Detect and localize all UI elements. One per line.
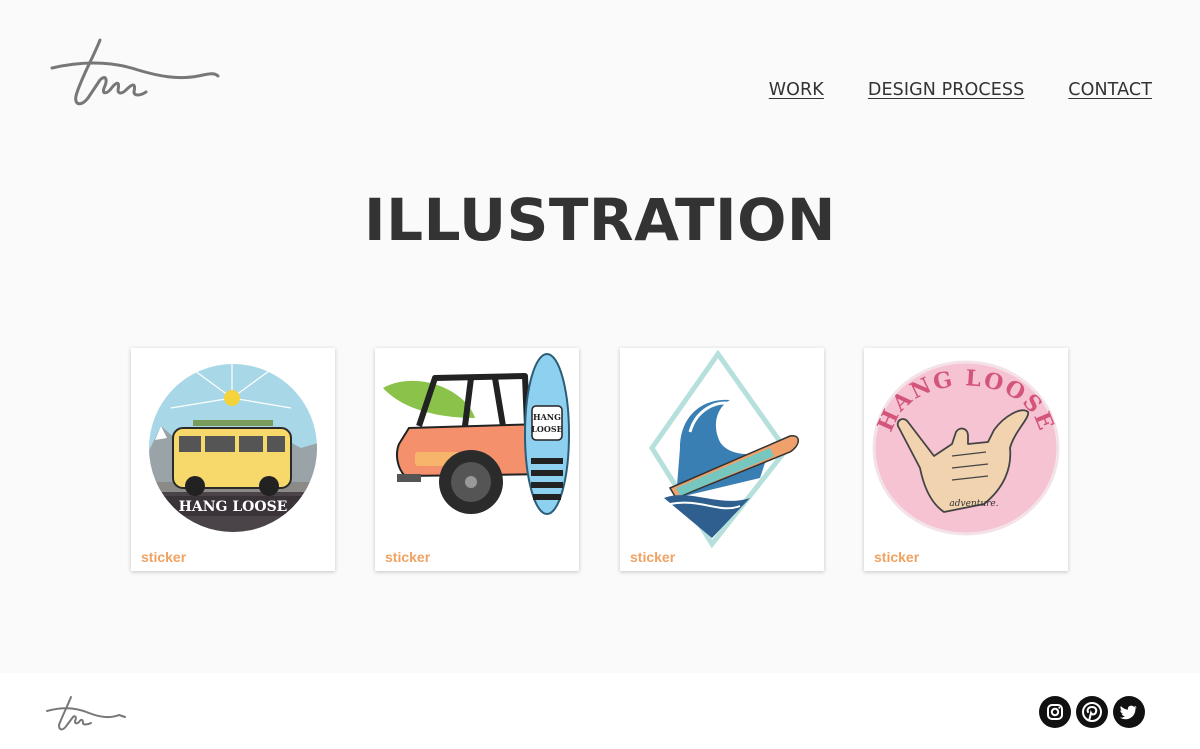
page-title: ILLUSTRATION [364,186,836,254]
footer-signature-logo[interactable] [45,693,127,733]
van-sticker-illustration: HANG LOOSE [149,364,317,532]
shaka-sticker-illustration: HANG LOOSE adventure. [872,360,1060,536]
nav-work-link[interactable]: WORK [769,80,824,100]
card-tag: sticker [874,549,920,565]
card-tag: sticker [630,549,676,565]
signature-logo[interactable] [48,36,222,110]
twitter-icon[interactable] [1113,696,1145,728]
instagram-icon[interactable] [1039,696,1071,728]
site-footer [0,673,1200,749]
svg-text:adventure.: adventure. [949,499,998,509]
svg-text:HANG LOOSE: HANG LOOSE [179,499,288,515]
wave-sticker-illustration [649,349,799,548]
card-tag: sticker [385,549,431,565]
svg-text:HANG: HANG [533,412,561,422]
gallery-card-wave[interactable]: sticker [620,348,824,571]
gallery-card-van[interactable]: HANG LOOSE sticker [131,348,335,571]
gallery-card-jeep[interactable]: HANG LOOSE sticker [375,348,579,571]
card-tag: sticker [141,549,187,565]
pinterest-icon[interactable] [1076,696,1108,728]
main-nav: WORK DESIGN PROCESS CONTACT [769,80,1152,100]
jeep-sticker-illustration: HANG LOOSE [383,353,570,515]
svg-text:LOOSE: LOOSE [531,424,562,434]
nav-design-process-link[interactable]: DESIGN PROCESS [868,80,1024,100]
gallery-card-shaka[interactable]: HANG LOOSE adventure. sticker [864,348,1068,571]
nav-contact-link[interactable]: CONTACT [1068,80,1152,100]
social-links [1039,696,1145,728]
